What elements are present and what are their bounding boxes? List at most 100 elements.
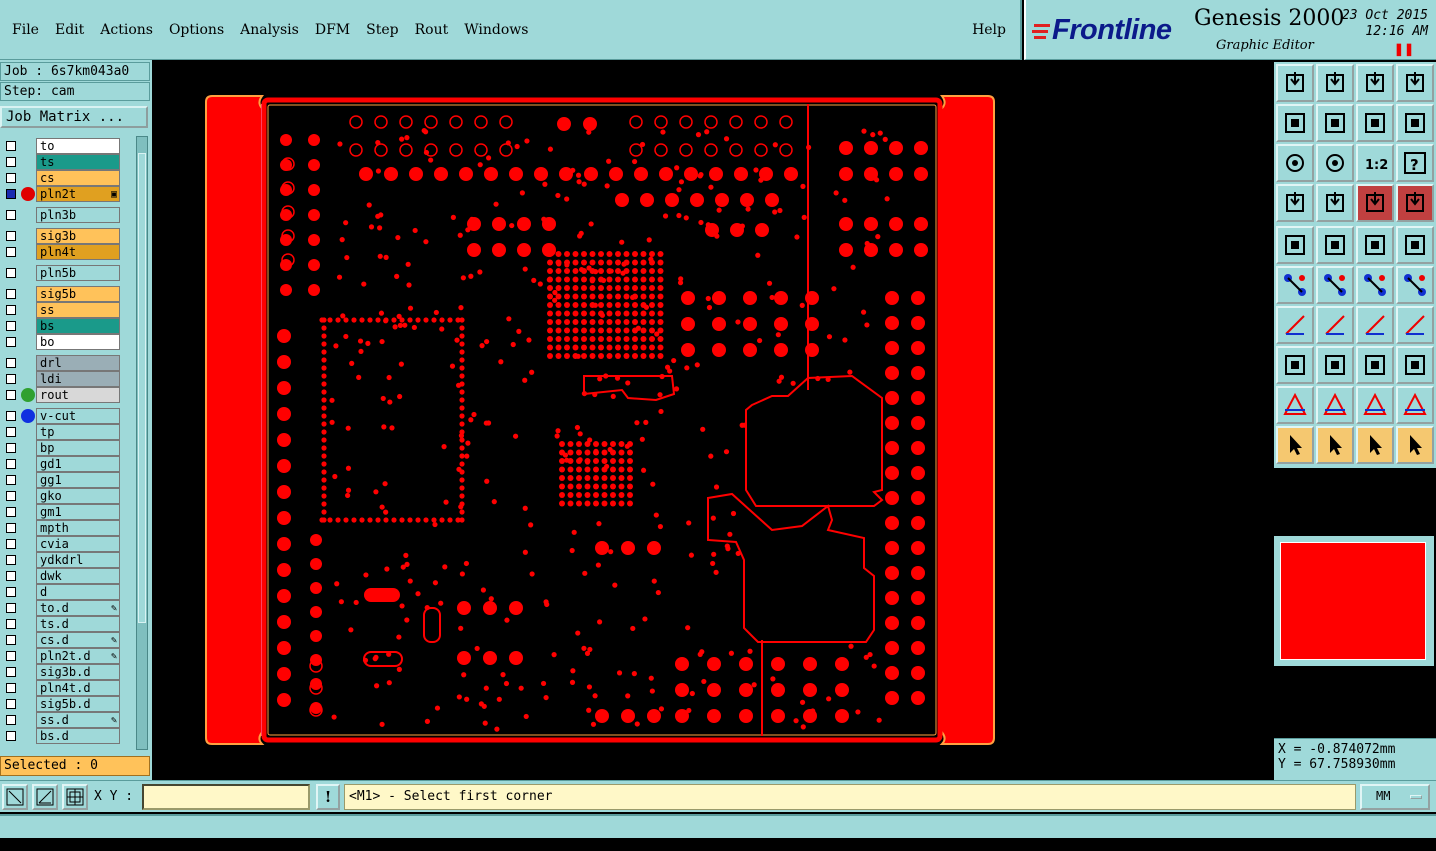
layer-checkbox[interactable] [6, 731, 16, 741]
grid-mode-button[interactable] [62, 784, 88, 810]
layer-row-ydkdrl[interactable]: ydkdrl [2, 552, 134, 568]
pan-left-button[interactable] [1276, 104, 1314, 142]
layer-checkbox[interactable] [6, 337, 16, 347]
layer-label[interactable]: to [36, 138, 120, 154]
menu-file[interactable]: File [4, 22, 47, 38]
layer-label[interactable]: bo [36, 334, 120, 350]
angle-mode-button[interactable] [32, 784, 58, 810]
layer-checkbox[interactable] [6, 667, 16, 677]
triangle-4-button[interactable] [1396, 386, 1434, 424]
layer-row-gd1[interactable]: gd1 [2, 456, 134, 472]
connect-button[interactable] [1276, 266, 1314, 304]
layer-display-dot[interactable] [21, 388, 35, 402]
layer-row-gko[interactable]: gko [2, 488, 134, 504]
layer-label[interactable]: ldi [36, 371, 120, 387]
layer-checkbox[interactable] [6, 157, 16, 167]
layer-row-mpth[interactable]: mpth [2, 520, 134, 536]
layer-checkbox[interactable] [6, 247, 16, 257]
exclamation-button[interactable]: ! [316, 784, 340, 810]
split-button[interactable] [1396, 306, 1434, 344]
layer-label[interactable]: drl [36, 355, 120, 371]
layer-label[interactable]: bp [36, 440, 120, 456]
menu-options[interactable]: Options [161, 22, 232, 38]
triangle-2-button[interactable] [1316, 386, 1354, 424]
undo-view-button[interactable] [1356, 104, 1394, 142]
pause-icon[interactable]: ❚❚ [1394, 42, 1414, 56]
pan-right-button[interactable] [1316, 104, 1354, 142]
layer-row-d[interactable]: d [2, 584, 134, 600]
layer-row-bo[interactable]: bo [2, 334, 134, 350]
layer-label[interactable]: bs.d [36, 728, 120, 744]
layer-row-ss[interactable]: ss [2, 302, 134, 318]
layer-row-sig5b[interactable]: sig5b [2, 286, 134, 302]
layer-checkbox[interactable] [6, 231, 16, 241]
layer-row-ts-d[interactable]: ts.d [2, 616, 134, 632]
feature-info-button[interactable] [1276, 226, 1314, 264]
layer-label[interactable]: dwk [36, 568, 120, 584]
overview-map[interactable] [1274, 536, 1434, 666]
layer-label[interactable]: ts.d [36, 616, 120, 632]
layer-label[interactable]: pln3b [36, 207, 120, 223]
layer-checkbox[interactable] [6, 683, 16, 693]
layer-row-pln3b[interactable]: pln3b [2, 207, 134, 223]
layer-save-button[interactable] [1316, 64, 1354, 102]
layer-label[interactable]: pln4t.d [36, 680, 120, 696]
measure-button[interactable] [1276, 184, 1314, 222]
layer-checkbox[interactable] [6, 571, 16, 581]
menu-analysis[interactable]: Analysis [232, 22, 307, 38]
units-selector[interactable]: MM [1360, 784, 1430, 810]
layer-row-cs[interactable]: cs [2, 170, 134, 186]
layer-checkbox[interactable] [6, 141, 16, 151]
layer-label[interactable]: ts [36, 154, 120, 170]
layer-label[interactable]: pln2t.d ✎ [36, 648, 120, 664]
graphic-canvas[interactable] [152, 60, 1272, 780]
layer-checkbox[interactable] [6, 523, 16, 533]
layer-row-cvia[interactable]: cvia [2, 536, 134, 552]
copy-button[interactable] [1396, 266, 1434, 304]
pointer-button[interactable] [1276, 426, 1314, 464]
layer-label[interactable]: mpth [36, 520, 120, 536]
layer-label[interactable]: ss.d ✎ [36, 712, 120, 728]
ruler-button[interactable] [1356, 226, 1394, 264]
layer-label[interactable]: to.d ✎ [36, 600, 120, 616]
layer-label[interactable]: rout [36, 387, 120, 403]
layer-display-dot[interactable] [21, 187, 35, 201]
menu-step[interactable]: Step [358, 22, 406, 38]
layer-row-pln4t-d[interactable]: pln4t.d [2, 680, 134, 696]
layer-checkbox[interactable] [6, 358, 16, 368]
layer-label[interactable]: gm1 [36, 504, 120, 520]
layer-checkbox[interactable] [6, 289, 16, 299]
job-matrix-button[interactable]: Job Matrix ... [0, 106, 148, 128]
pointer-select-button[interactable] [1316, 426, 1354, 464]
layer-checkbox[interactable] [6, 390, 16, 400]
menu-help[interactable]: Help [972, 22, 1006, 38]
layer-label[interactable]: pln4t [36, 244, 120, 260]
layer-display-dot[interactable] [21, 409, 35, 423]
layer-top-button[interactable] [1276, 64, 1314, 102]
curve-button[interactable] [1356, 306, 1394, 344]
layer-label[interactable]: v-cut [36, 408, 120, 424]
menu-edit[interactable]: Edit [47, 22, 92, 38]
layer-label[interactable]: pln5b [36, 265, 120, 281]
layer-row-cs-d[interactable]: cs.d ✎ [2, 632, 134, 648]
layer-checkbox[interactable] [6, 475, 16, 485]
layer-label[interactable]: cs.d ✎ [36, 632, 120, 648]
shapes-button[interactable] [1396, 346, 1434, 384]
layer-label[interactable]: d [36, 584, 120, 600]
layer-label[interactable]: sig5b [36, 286, 120, 302]
arc-button[interactable] [1316, 306, 1354, 344]
layer-row-sig5b-d[interactable]: sig5b.d [2, 696, 134, 712]
scale-1-2-button[interactable]: 1:2 [1356, 144, 1394, 182]
triangle-1-button[interactable] [1276, 386, 1314, 424]
snap-button[interactable] [1316, 184, 1354, 222]
layer-label[interactable]: tp [36, 424, 120, 440]
help-button[interactable]: ? [1396, 144, 1434, 182]
layer-checkbox[interactable] [6, 189, 16, 199]
layer-row-bs[interactable]: bs [2, 318, 134, 334]
layer-label[interactable]: gg1 [36, 472, 120, 488]
layer-checkbox[interactable] [6, 210, 16, 220]
layer-row-gg1[interactable]: gg1 [2, 472, 134, 488]
layer-row-ts[interactable]: ts [2, 154, 134, 170]
menu-windows[interactable]: Windows [456, 22, 536, 38]
layer-checkbox[interactable] [6, 173, 16, 183]
